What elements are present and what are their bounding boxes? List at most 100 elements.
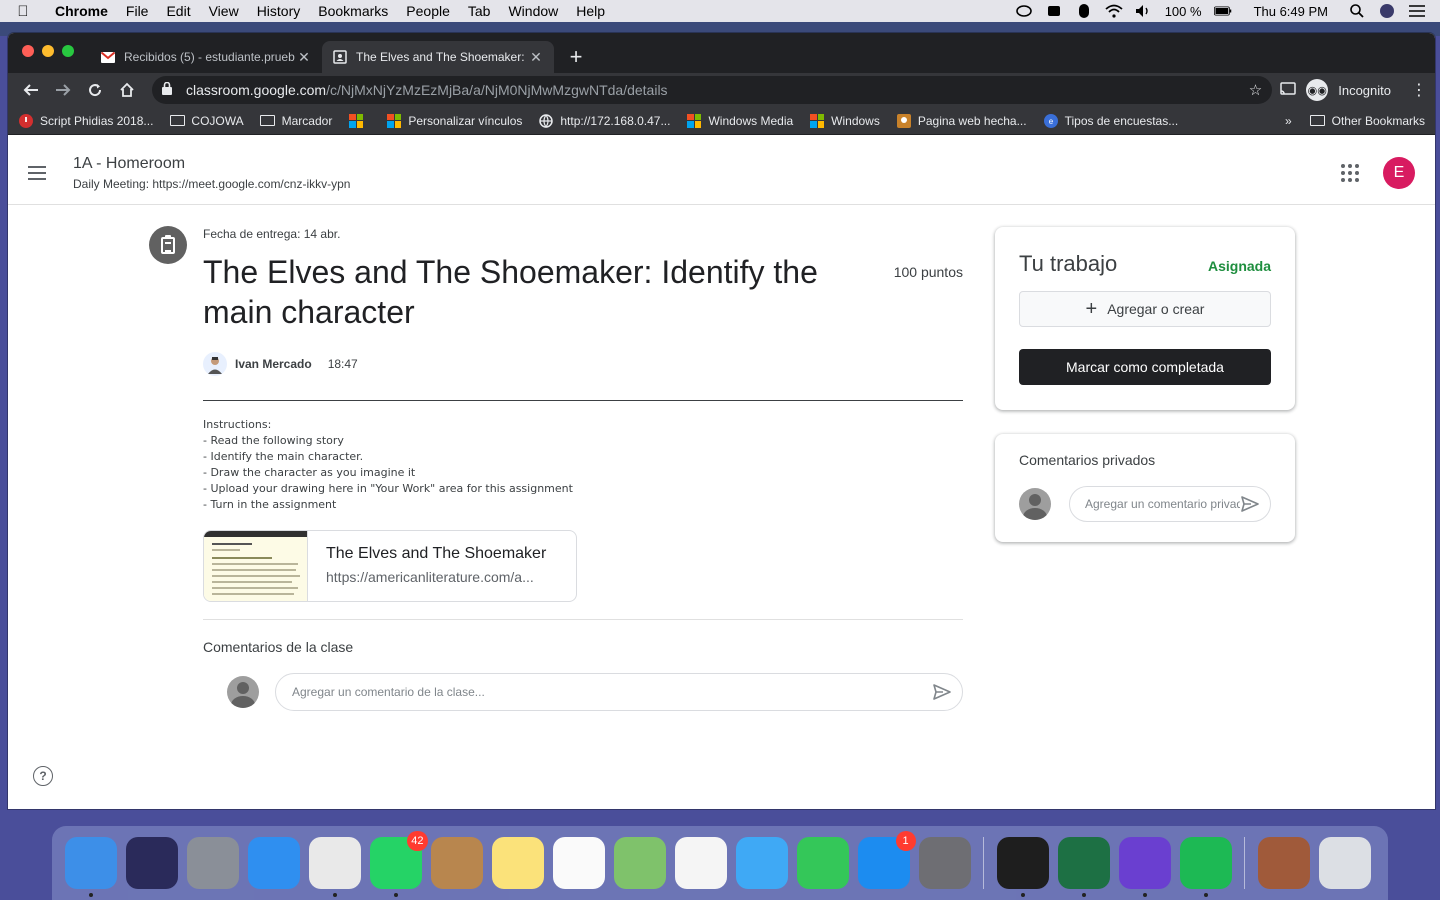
bookmark-ip-address[interactable]: http://172.168.0.47... xyxy=(538,114,670,128)
imovie-icon[interactable] xyxy=(1118,837,1171,897)
bookmarks-overflow-button[interactable]: » xyxy=(1285,114,1292,128)
menu-window[interactable]: Window xyxy=(499,0,567,22)
close-tab-icon[interactable]: ✕ xyxy=(296,49,312,66)
menu-view[interactable]: View xyxy=(200,0,248,22)
terminal-icon[interactable] xyxy=(996,837,1049,897)
excel-icon[interactable] xyxy=(1057,837,1110,897)
assignment-points: 100 puntos xyxy=(893,264,963,280)
bookmark-marcador[interactable]: Marcador xyxy=(260,114,332,128)
survey-icon: e xyxy=(1043,113,1059,128)
system-preferences-icon[interactable] xyxy=(918,837,971,889)
lock-icon[interactable] xyxy=(162,81,176,98)
drive-sync-icon[interactable] xyxy=(1075,3,1093,19)
bookmark-windows[interactable]: Windows xyxy=(809,113,880,128)
back-button[interactable] xyxy=(16,76,46,104)
menu-file[interactable]: File xyxy=(117,0,158,22)
zoom-window-button[interactable] xyxy=(62,45,74,57)
whatsapp-icon[interactable]: 42 xyxy=(369,831,428,897)
address-bar[interactable]: classroom.google.com /c/NjMxNjYzMzEzMjBa… xyxy=(152,76,1273,104)
notes-icon[interactable] xyxy=(491,837,544,889)
google-apps-icon[interactable] xyxy=(1341,163,1359,182)
tab-classroom[interactable]: The Elves and The Shoemaker: Id ✕ xyxy=(322,41,554,73)
reload-button[interactable] xyxy=(80,76,110,104)
account-avatar[interactable]: E xyxy=(1383,156,1415,189)
facetime-icon[interactable] xyxy=(796,837,849,889)
menu-help[interactable]: Help xyxy=(567,0,614,22)
url-host: classroom.google.com xyxy=(186,82,327,98)
instruction-line: - Read the following story xyxy=(203,434,344,447)
close-window-button[interactable] xyxy=(22,45,34,57)
picture-icon[interactable] xyxy=(1257,837,1310,889)
trash-icon[interactable] xyxy=(1318,837,1371,889)
bookmark-script-phidias[interactable]: Script Phidias 2018... xyxy=(18,113,153,128)
bookmark-personalizar-vinculos[interactable]: Personalizar vínculos xyxy=(386,113,522,128)
menu-tab[interactable]: Tab xyxy=(459,0,500,22)
class-comment-input[interactable]: Agregar un comentario de la clase... xyxy=(275,673,963,711)
add-or-create-button[interactable]: + Agregar o crear xyxy=(1019,291,1271,327)
send-icon[interactable] xyxy=(932,682,952,702)
clock[interactable]: Thu 6:49 PM xyxy=(1254,4,1328,19)
other-bookmarks[interactable]: Other Bookmarks xyxy=(1310,114,1425,128)
tab-gmail[interactable]: Recibidos (5) - estudiante.prueb ✕ xyxy=(90,41,322,73)
menu-edit[interactable]: Edit xyxy=(157,0,199,22)
window-controls xyxy=(22,45,74,57)
launchpad-icon[interactable] xyxy=(186,837,239,889)
siri-menu-icon[interactable] xyxy=(1378,3,1396,19)
menu-people[interactable]: People xyxy=(397,0,459,22)
divider xyxy=(203,400,963,401)
attachment-link-card[interactable]: The Elves and The Shoemaker https://amer… xyxy=(203,530,577,602)
classroom-icon xyxy=(332,49,348,65)
gmail-icon xyxy=(100,49,116,65)
wifi-icon[interactable] xyxy=(1105,3,1123,19)
maps-icon[interactable] xyxy=(613,837,666,889)
menu-history[interactable]: History xyxy=(248,0,310,22)
battery-icon[interactable] xyxy=(1213,3,1232,19)
attachment-url[interactable]: https://americanliterature.com/a... xyxy=(326,569,556,585)
creative-cloud-icon[interactable] xyxy=(1015,3,1033,19)
home-button[interactable] xyxy=(112,76,142,104)
new-tab-button[interactable]: + xyxy=(560,41,592,73)
folder-icon xyxy=(1310,114,1326,128)
send-icon[interactable] xyxy=(1240,494,1260,514)
reminders-icon[interactable] xyxy=(552,837,605,889)
bookmark-tipos-encuestas[interactable]: e Tipos de encuestas... xyxy=(1043,113,1178,128)
menu-bookmarks[interactable]: Bookmarks xyxy=(309,0,397,22)
forward-button[interactable] xyxy=(48,76,78,104)
close-tab-icon[interactable]: ✕ xyxy=(528,49,544,66)
bookmark-microsoft[interactable] xyxy=(348,113,370,128)
bookmark-cojowa[interactable]: COJOWA xyxy=(169,114,244,128)
contacts-icon[interactable] xyxy=(430,837,483,889)
shield-icon xyxy=(18,113,34,128)
minimize-window-button[interactable] xyxy=(42,45,54,57)
bookmark-pagina-web[interactable]: Pagina web hecha... xyxy=(896,113,1027,128)
spotify-icon[interactable] xyxy=(1179,837,1232,897)
volume-icon[interactable] xyxy=(1135,3,1153,19)
chrome-icon[interactable] xyxy=(308,837,361,897)
cast-icon[interactable] xyxy=(1280,81,1296,99)
bookmark-star-icon[interactable]: ☆ xyxy=(1249,81,1262,99)
notification-center-icon[interactable] xyxy=(1408,3,1426,19)
bookmark-windows-media[interactable]: Windows Media xyxy=(686,113,793,128)
app-store-icon[interactable]: 1 xyxy=(857,831,916,889)
incognito-icon[interactable]: ◉◉ xyxy=(1306,79,1329,101)
attachment-title[interactable]: The Elves and The Shoemaker xyxy=(326,545,556,563)
chrome-menu-icon[interactable]: ⋮ xyxy=(1411,80,1427,100)
help-icon[interactable]: ? xyxy=(33,766,53,786)
author-avatar xyxy=(203,352,227,376)
messages-icon[interactable] xyxy=(735,837,788,889)
instruction-line: - Turn in the assignment xyxy=(203,498,337,511)
menu-app[interactable]: Chrome xyxy=(46,0,117,22)
private-comment-input[interactable]: Agregar un comentario privado... xyxy=(1069,486,1271,522)
finder-icon[interactable] xyxy=(64,837,117,897)
dock: 42 1 xyxy=(52,826,1388,900)
spotlight-search-icon[interactable] xyxy=(1348,3,1366,19)
safari-icon[interactable] xyxy=(247,837,300,889)
class-title[interactable]: 1A - Homeroom xyxy=(73,155,350,173)
photos-icon[interactable] xyxy=(674,837,727,889)
notification-icon[interactable] xyxy=(1045,3,1063,19)
apple-icon[interactable]:  xyxy=(0,3,46,20)
siri-icon[interactable] xyxy=(125,837,178,889)
incognito-label[interactable]: Incognito xyxy=(1338,83,1391,98)
mark-as-done-button[interactable]: Marcar como completada xyxy=(1019,349,1271,385)
menu-icon[interactable] xyxy=(28,165,60,180)
